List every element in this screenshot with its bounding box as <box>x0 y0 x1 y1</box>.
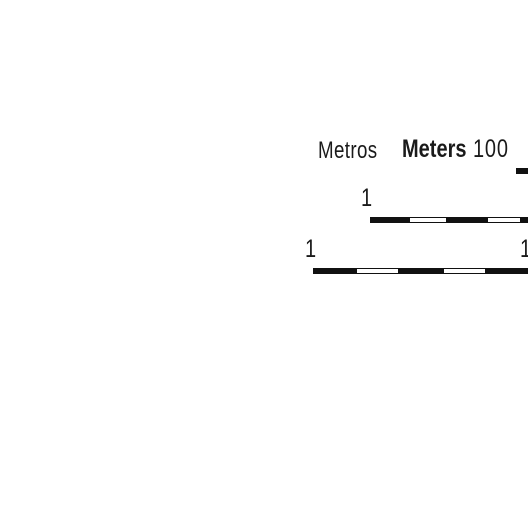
scale-bar-2-light-segment <box>410 218 446 222</box>
meters-scale-bar <box>516 168 528 174</box>
scale-bar-3-light-segment <box>444 269 485 273</box>
scale-bar-3 <box>313 268 528 274</box>
metros-label: Metros <box>318 137 378 164</box>
scale-bar-2-start-tick: 1 <box>361 184 373 212</box>
scale-bar-2-light-segment <box>488 218 520 222</box>
scale-bar-2 <box>370 217 528 223</box>
meters-label: Meters <box>402 135 467 163</box>
scale-bar-3-light-segment <box>357 269 398 273</box>
scale-bar-3-start-tick: 1 <box>305 235 317 263</box>
scale-bar-3-end-tick: 1 <box>520 237 528 262</box>
scale-bar-legend: Metros Meters 100 1 1 1 <box>0 0 528 520</box>
meters-tick-label: 100 <box>473 135 509 163</box>
